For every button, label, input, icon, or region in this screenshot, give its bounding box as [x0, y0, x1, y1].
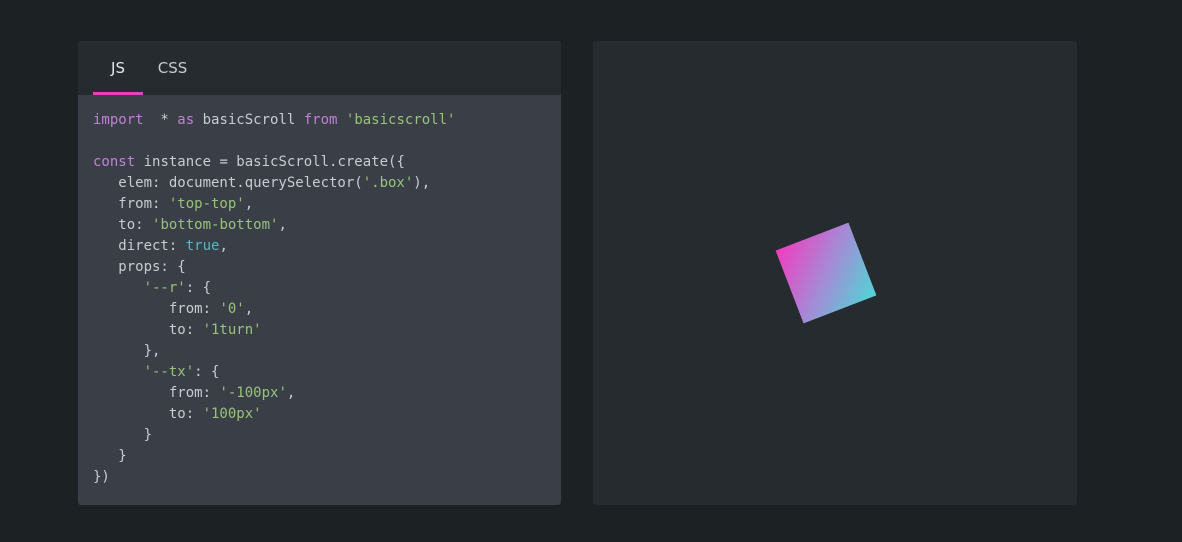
- code-token: 'basicscroll': [345, 112, 456, 128]
- code-line: '--r': {: [93, 278, 455, 299]
- code-line: }: [93, 446, 455, 467]
- code-token: elem: document.querySelector(: [93, 175, 363, 191]
- code-token: '.box': [362, 175, 414, 191]
- tab-css[interactable]: CSS: [150, 41, 195, 95]
- code-token: *: [143, 112, 178, 128]
- code-token: from:: [93, 301, 220, 317]
- code-token: ,: [244, 301, 254, 317]
- code-line: const instance = basicScroll.create({: [93, 152, 455, 173]
- code-token: from:: [93, 385, 220, 401]
- code-line: }: [93, 425, 455, 446]
- code-token: const: [93, 154, 136, 170]
- code-token: : {: [185, 280, 212, 296]
- gradient-box: [775, 222, 877, 324]
- code-token: to:: [93, 322, 203, 338]
- code-token: 'bottom-bottom': [152, 217, 279, 233]
- tab-js[interactable]: JS: [93, 41, 143, 95]
- code-line: props: {: [93, 257, 455, 278]
- code-token: : {: [194, 364, 220, 380]
- code-token: basicScroll: [194, 112, 304, 128]
- preview-panel: [593, 41, 1077, 505]
- code-token: '--tx': [143, 364, 195, 380]
- code-line: to: '100px': [93, 404, 455, 425]
- code-token: to:: [93, 406, 203, 422]
- code-token: direct:: [93, 238, 186, 254]
- code-token: },: [93, 343, 161, 359]
- code-line: direct: true,: [93, 236, 455, 257]
- code-token: instance = basicScroll.create({: [135, 154, 405, 170]
- tab-bar: JS CSS: [78, 41, 561, 95]
- code-line: elem: document.querySelector('.box'),: [93, 173, 455, 194]
- code-line: from: 'top-top',: [93, 194, 455, 215]
- code-token: as: [177, 112, 195, 128]
- code-token: props: {: [93, 259, 186, 275]
- code-line: from: '-100px',: [93, 383, 455, 404]
- code-token: '--r': [143, 280, 186, 296]
- code-token: from:: [93, 196, 169, 212]
- code-line: '--tx': {: [93, 362, 455, 383]
- code-token: '1turn': [202, 322, 262, 338]
- code-token: true: [185, 238, 220, 254]
- code-block: import * as basicScroll from 'basicscrol…: [93, 110, 455, 488]
- code-token: ),: [413, 175, 431, 191]
- code-line: from: '0',: [93, 299, 455, 320]
- code-token: '0': [219, 301, 245, 317]
- code-token: ,: [278, 217, 287, 233]
- code-line: },: [93, 341, 455, 362]
- code-token: ,: [244, 196, 254, 212]
- code-line: to: '1turn': [93, 320, 455, 341]
- code-token: }: [93, 427, 153, 443]
- code-token: '100px': [202, 406, 262, 422]
- code-token: '-100px': [219, 385, 287, 401]
- code-token: from: [303, 112, 338, 128]
- code-panel: JS CSS import * as basicScroll from 'bas…: [78, 41, 561, 505]
- code-line: import * as basicScroll from 'basicscrol…: [93, 110, 455, 131]
- code-token: ,: [219, 238, 228, 254]
- code-line: to: 'bottom-bottom',: [93, 215, 455, 236]
- code-token: import: [93, 112, 144, 128]
- code-token: 'top-top': [168, 196, 245, 212]
- code-token: to:: [93, 217, 153, 233]
- code-token: ,: [286, 385, 296, 401]
- code-token: }): [93, 469, 110, 485]
- code-line: }): [93, 467, 455, 488]
- code-token: }: [93, 448, 127, 464]
